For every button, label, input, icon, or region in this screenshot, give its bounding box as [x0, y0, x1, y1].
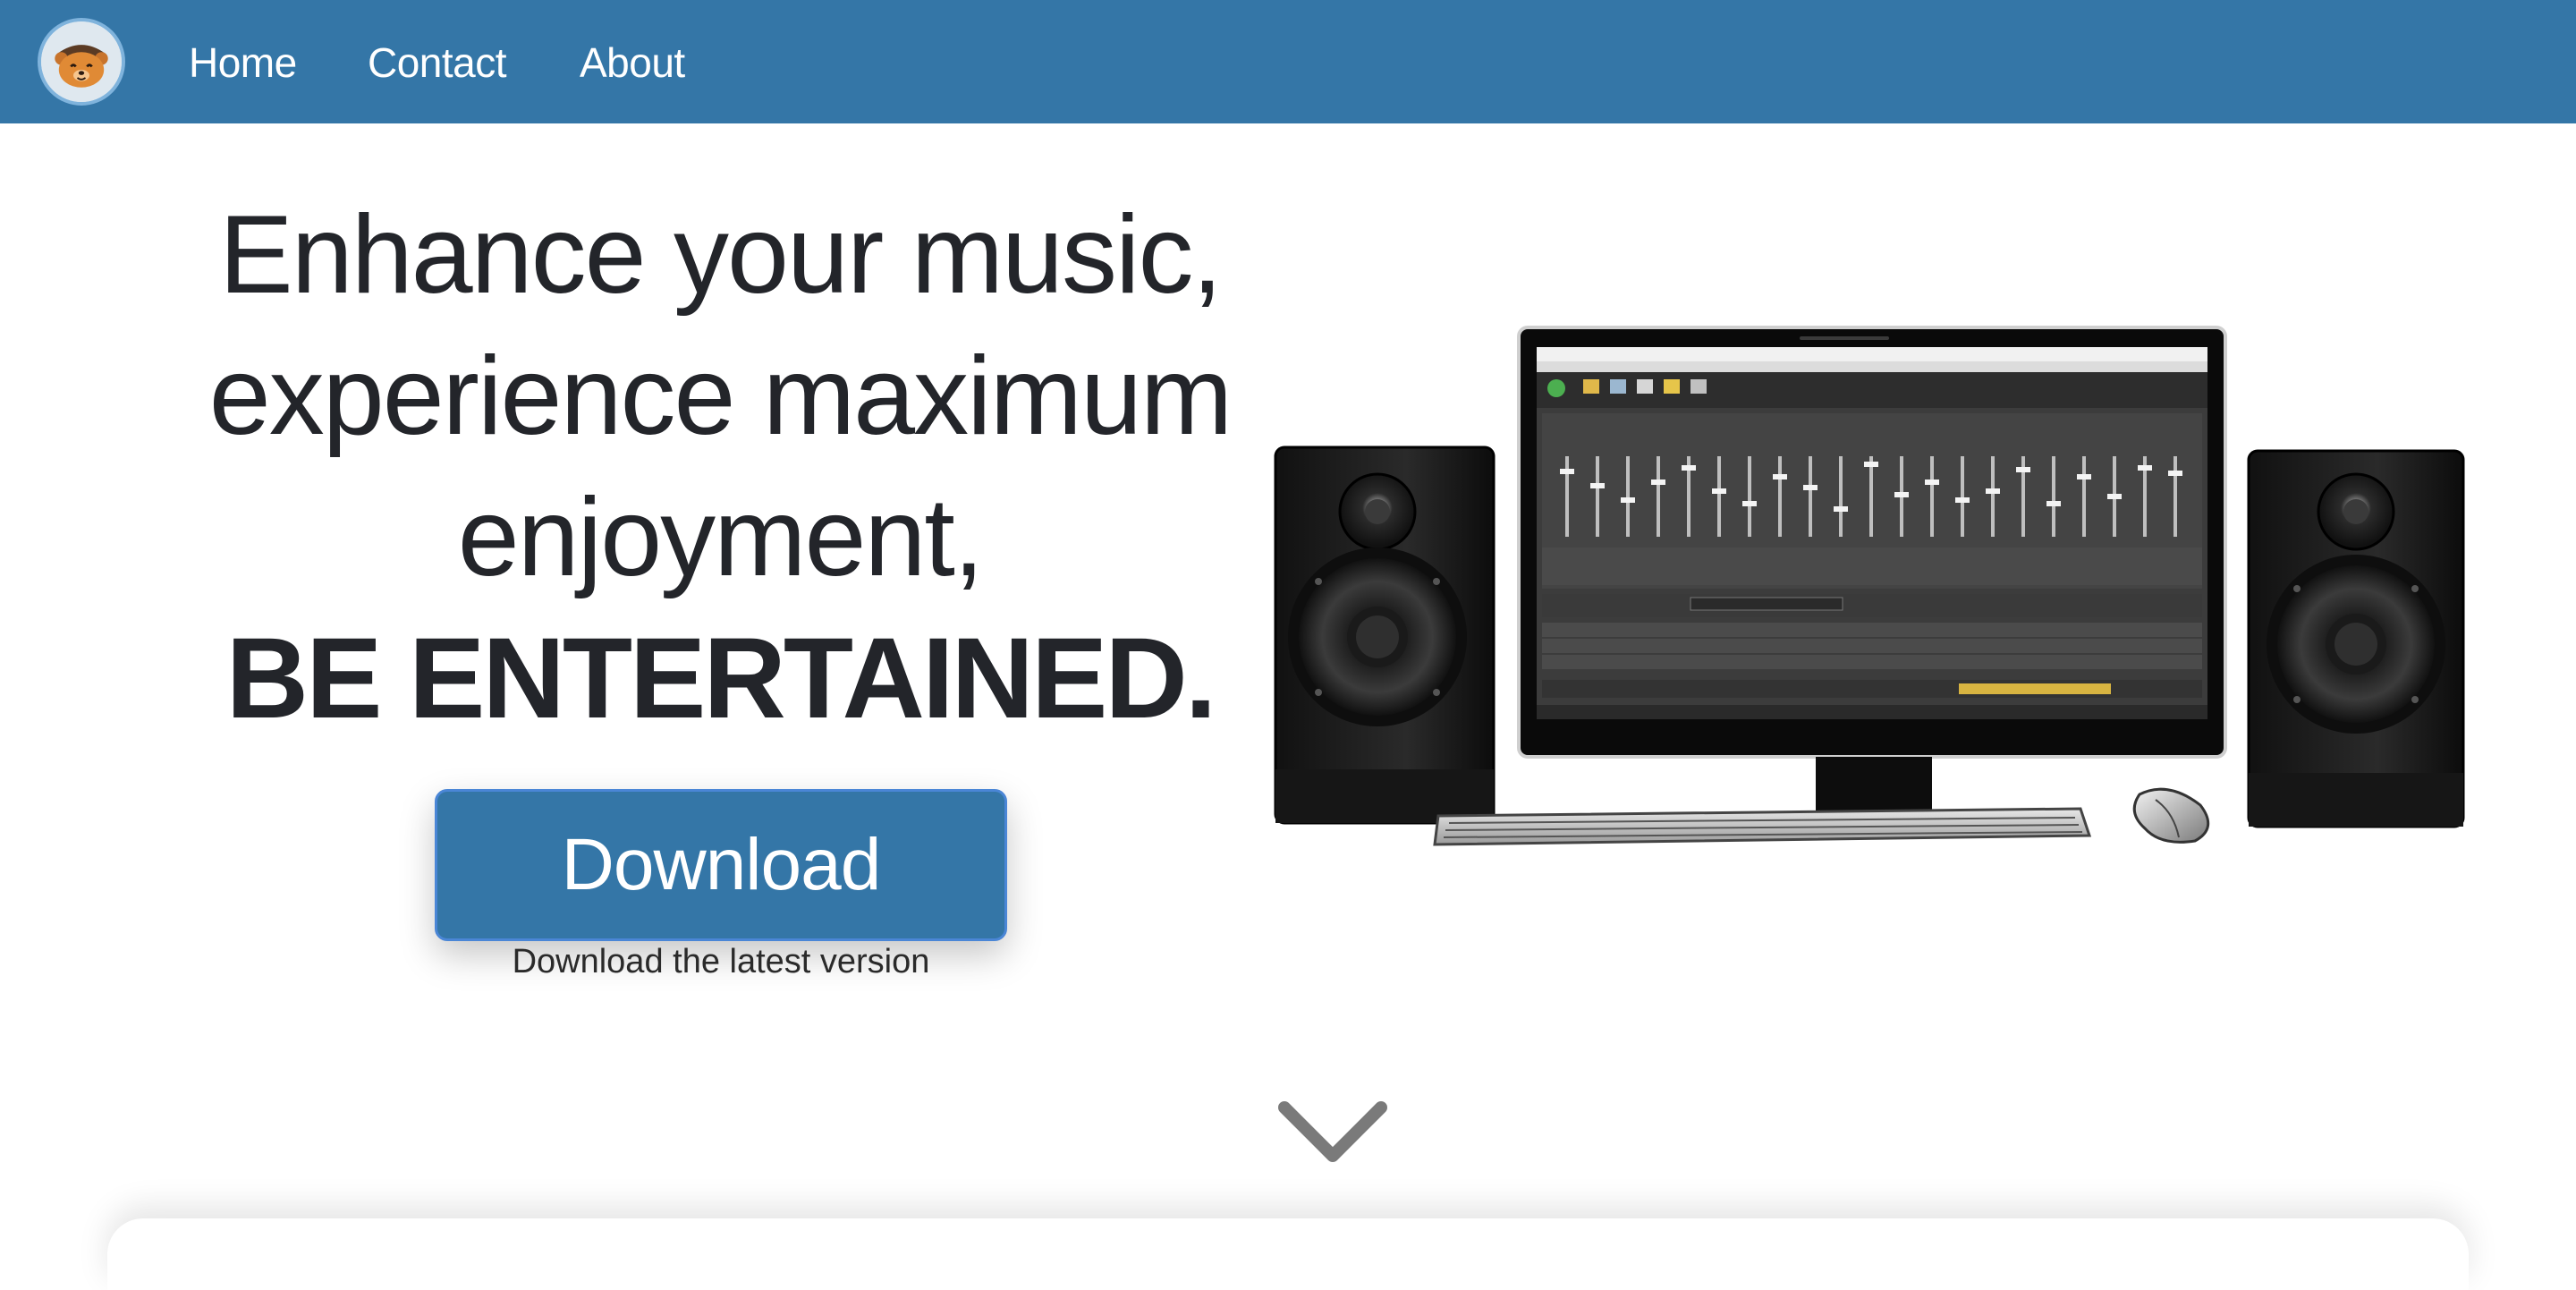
monitor	[1517, 326, 2227, 825]
product-hero-image	[1270, 322, 2469, 859]
hero-headline: Enhance your music, experience maximum e…	[179, 184, 1261, 750]
nav-about-link[interactable]: About	[580, 36, 685, 89]
hero-headline-line-1: Enhance your music,	[219, 193, 1223, 317]
hero-headline-line-2: experience maximum	[208, 335, 1233, 458]
mouse	[2132, 787, 2210, 844]
hero-headline-emphasis: BE ENTERTAINED.	[225, 615, 1217, 743]
left-speaker	[1274, 446, 1496, 825]
next-section-card	[107, 1218, 2469, 1290]
right-speaker	[2247, 449, 2465, 828]
download-button[interactable]: Download	[435, 789, 1007, 941]
hero-headline-line-3: enjoyment,	[457, 476, 985, 599]
keyboard	[1433, 807, 2092, 846]
chevron-down-icon[interactable]	[1275, 1099, 1390, 1170]
nav-home-link[interactable]: Home	[189, 36, 297, 89]
download-subtitle: Download the latest version	[512, 943, 930, 980]
bear-mascot-icon[interactable]	[38, 18, 125, 106]
top-navbar: Home Contact About	[0, 0, 2576, 123]
nav-contact-link[interactable]: Contact	[368, 36, 507, 89]
